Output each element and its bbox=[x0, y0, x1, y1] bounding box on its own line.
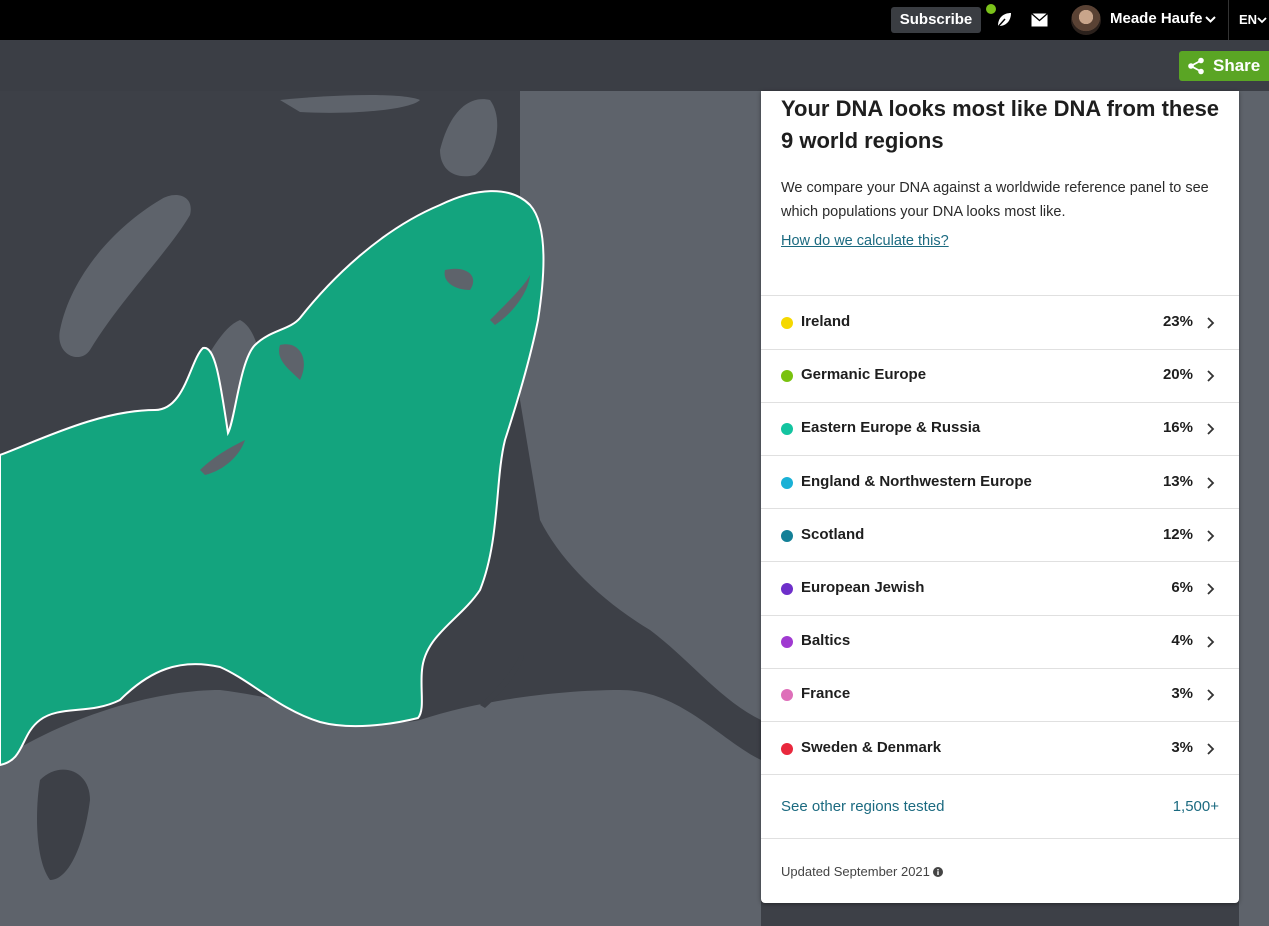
chevron-down-icon[interactable] bbox=[1257, 15, 1267, 25]
region-percent: 20% bbox=[1162, 366, 1193, 383]
region-row-scotland[interactable]: Scotland 12% bbox=[761, 509, 1239, 562]
region-row-eastern-europe-russia[interactable]: Eastern Europe & Russia 16% bbox=[761, 402, 1239, 455]
region-row-sweden-denmark[interactable]: Sweden & Denmark 3% bbox=[761, 722, 1239, 775]
region-name: England & Northwestern Europe bbox=[801, 473, 1032, 490]
divider bbox=[761, 838, 1239, 839]
region-row-france[interactable]: France 3% bbox=[761, 668, 1239, 721]
region-percent: 3% bbox=[1171, 739, 1193, 756]
mail-icon[interactable] bbox=[1031, 13, 1048, 27]
language-selector[interactable]: EN bbox=[1239, 12, 1257, 27]
region-color-dot bbox=[781, 636, 793, 648]
divider bbox=[761, 774, 1239, 775]
info-icon[interactable] bbox=[933, 867, 943, 877]
region-color-dot bbox=[781, 477, 793, 489]
user-name[interactable]: Meade Haufe bbox=[1110, 10, 1203, 27]
region-name: Scotland bbox=[801, 526, 865, 543]
region-row-european-jewish[interactable]: European Jewish 6% bbox=[761, 562, 1239, 615]
region-name: European Jewish bbox=[801, 579, 925, 596]
page-title: Your DNA looks most like DNA from these … bbox=[781, 96, 1220, 153]
chevron-right-icon bbox=[1207, 636, 1215, 648]
how-calculate-link[interactable]: How do we calculate this? bbox=[781, 233, 949, 249]
region-percent: 23% bbox=[1162, 313, 1193, 330]
region-name: Baltics bbox=[801, 632, 851, 649]
see-other-regions-link[interactable]: See other regions tested bbox=[781, 798, 944, 815]
region-row-germanic-europe[interactable]: Germanic Europe 20% bbox=[761, 349, 1239, 402]
region-percent: 4% bbox=[1171, 632, 1193, 649]
chevron-right-icon bbox=[1207, 370, 1215, 382]
region-name: Eastern Europe & Russia bbox=[801, 419, 981, 436]
chevron-right-icon bbox=[1207, 689, 1215, 701]
region-color-dot bbox=[781, 423, 793, 435]
ethnicity-estimate-panel: Your DNA looks most like DNA from these … bbox=[761, 91, 1239, 903]
region-percent: 13% bbox=[1162, 473, 1193, 490]
toolbar bbox=[0, 40, 1269, 91]
region-row-england-northwestern-europe[interactable]: England & Northwestern Europe 13% bbox=[761, 456, 1239, 509]
region-color-dot bbox=[781, 689, 793, 701]
chevron-right-icon bbox=[1207, 583, 1215, 595]
region-name: Germanic Europe bbox=[801, 366, 927, 383]
region-row-ireland[interactable]: Ireland 23% bbox=[761, 296, 1239, 349]
other-regions-count[interactable]: 1,500+ bbox=[1173, 798, 1219, 815]
region-color-dot bbox=[781, 743, 793, 755]
panel-description: We compare your DNA against a worldwide … bbox=[781, 180, 1209, 220]
region-percent: 3% bbox=[1171, 685, 1193, 702]
region-name: Sweden & Denmark bbox=[801, 739, 942, 756]
updated-date: Updated September 2021 bbox=[781, 864, 930, 879]
chevron-right-icon bbox=[1207, 530, 1215, 542]
region-percent: 6% bbox=[1171, 579, 1193, 596]
chevron-right-icon bbox=[1207, 317, 1215, 329]
region-row-baltics[interactable]: Baltics 4% bbox=[761, 615, 1239, 668]
region-color-dot bbox=[781, 583, 793, 595]
subscribe-button[interactable]: Subscribe bbox=[891, 7, 981, 33]
top-navigation-bar: Subscribe Meade Haufe EN bbox=[0, 0, 1269, 40]
map-landmass bbox=[1239, 91, 1269, 926]
chevron-right-icon bbox=[1207, 477, 1215, 489]
region-color-dot bbox=[781, 317, 793, 329]
chevron-down-icon[interactable] bbox=[1205, 14, 1216, 25]
chevron-right-icon bbox=[1207, 743, 1215, 755]
chevron-right-icon bbox=[1207, 423, 1215, 435]
region-name: France bbox=[801, 685, 851, 702]
share-icon bbox=[1188, 57, 1204, 75]
region-name: Ireland bbox=[801, 313, 851, 330]
leaf-icon[interactable] bbox=[995, 11, 1013, 29]
divider bbox=[1228, 0, 1229, 40]
region-color-dot bbox=[781, 370, 793, 382]
region-percent: 16% bbox=[1162, 419, 1193, 436]
region-percent: 12% bbox=[1162, 526, 1193, 543]
avatar[interactable] bbox=[1071, 5, 1101, 35]
region-color-dot bbox=[781, 530, 793, 542]
